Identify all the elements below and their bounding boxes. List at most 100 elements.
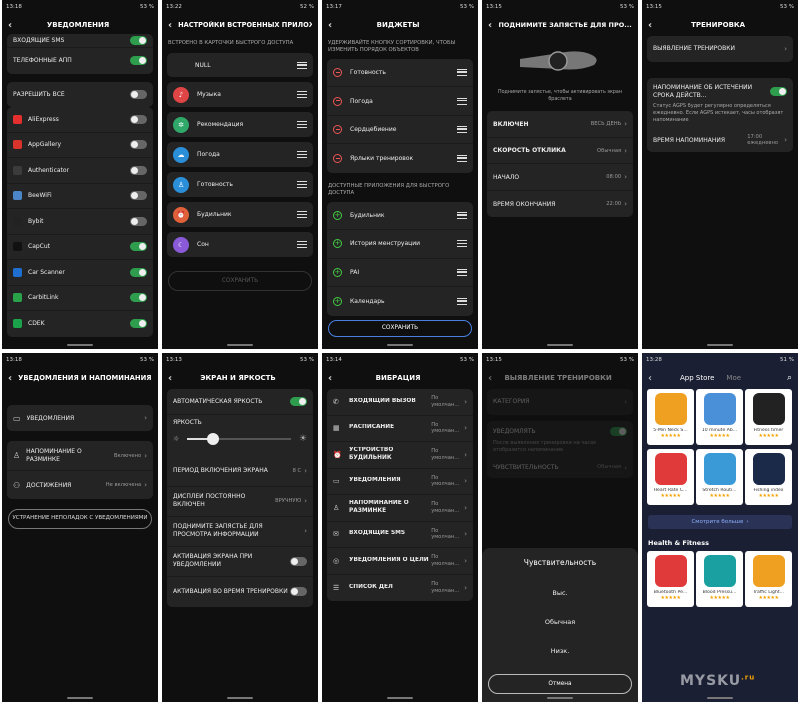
save-button[interactable]: СОХРАНИТЬ [328,319,472,337]
widget-row[interactable]: Сердцебиение [327,116,473,145]
available-row[interactable]: + Будильник [327,202,473,231]
remove-icon[interactable] [333,154,342,164]
toggle[interactable] [290,556,307,566]
reminder-time-row[interactable]: ВРЕМЯ НАПОМИНАНИЯ 17:00 ежедневно › [653,134,787,146]
save-button[interactable]: СОХРАНИТЬ [168,271,312,292]
toggle[interactable] [130,191,147,201]
sensitivity-option[interactable]: Выс. [482,579,638,608]
app-row[interactable]: BeeWiFi [7,184,153,209]
back-icon[interactable]: ‹ [328,373,332,384]
widget-row[interactable]: Погода [327,87,473,116]
toggle[interactable] [130,293,147,303]
available-row[interactable]: + PAI [327,259,473,288]
vibration-row[interactable]: ▭ УВЕДОМЛЕНИЯ По умолчан... › [327,469,473,495]
app-row[interactable]: CarbitLink [7,286,153,311]
builtin-item[interactable]: ☾ Сон [167,232,313,258]
achievements-row[interactable]: ⚇ ДОСТИЖЕНИЯ Не включена › [7,471,153,499]
available-row[interactable]: + Календарь [327,287,473,316]
toggle[interactable] [130,36,147,45]
builtin-item[interactable]: ♪ Музыка [167,82,313,108]
app-card[interactable]: Traffic Light... ★★★★★ [745,551,792,607]
app-card[interactable]: Bluetooth Pe... ★★★★★ [647,551,694,607]
widget-row[interactable]: Готовность [327,59,473,88]
remove-icon[interactable] [333,125,342,135]
vibration-row[interactable]: ⏰ УСТРОЙСТВО БУДИЛЬНИК По умолчан... › [327,442,473,469]
warmup-row[interactable]: ♙ НАПОМИНАНИЕ О РАЗМИНКЕ Включено › [7,441,153,471]
app-card[interactable]: Fitness timer ★★★★★ [745,389,792,445]
phone-apps-row[interactable]: ТЕЛЕФОННЫЕ АПП [7,48,153,74]
app-row[interactable]: CDEK [7,311,153,337]
toggle[interactable] [130,114,147,124]
toggle[interactable] [130,140,147,150]
drag-handle-icon[interactable] [297,61,307,69]
slider-knob[interactable] [207,432,220,445]
cancel-button[interactable]: Отмена [488,674,632,694]
vibration-row[interactable]: ✆ ВХОДЯЩИЙ ВЫЗОВ По умолчан... › [327,389,473,416]
app-card[interactable]: Heart Rate C... ★★★★★ [647,449,694,505]
drag-handle-icon[interactable] [457,240,467,248]
builtin-item[interactable]: ☁ Погода [167,142,313,168]
back-icon[interactable]: ‹ [488,20,492,31]
drag-handle-icon[interactable] [297,121,307,129]
sensitivity-option[interactable]: Низк. [482,637,638,666]
search-icon[interactable]: ⌕ [787,373,792,383]
drag-handle-icon[interactable] [457,155,467,163]
toggle[interactable] [130,89,147,99]
reminder-toggle[interactable] [770,87,787,97]
back-icon[interactable]: ‹ [328,20,332,31]
remove-icon[interactable] [333,96,342,106]
brightness-slider[interactable] [187,432,291,445]
setting-row[interactable]: ВКЛЮЧЕН ВЕСЬ ДЕНЬ › [487,111,633,138]
drag-handle-icon[interactable] [457,126,467,134]
back-icon[interactable]: ‹ [168,20,172,31]
incoming-sms-row[interactable]: ВХОДЯЩИЕ SMS [7,34,153,48]
setting-row[interactable]: ВРЕМЯ ОКОНЧАНИЯ 22:00 › [487,191,633,218]
allow-all-row[interactable]: РАЗРЕШИТЬ ВСЁ [7,82,153,108]
add-icon[interactable]: + [333,267,342,277]
tab-mine[interactable]: Мое [726,374,787,382]
back-icon[interactable]: ‹ [648,373,652,384]
remove-icon[interactable] [333,68,342,78]
app-row[interactable]: Bybit [7,209,153,235]
toggle[interactable] [130,165,147,175]
vibration-row[interactable]: ▦ РАСПИСАНИЕ По умолчан... › [327,416,473,442]
sensitivity-option[interactable]: Обычная [482,608,638,637]
app-row[interactable]: Car Scanner [7,260,153,286]
detect-row[interactable]: ВЫЯВЛЕНИЕ ТРЕНИРОВКИ › [647,36,793,62]
drag-handle-icon[interactable] [297,181,307,189]
toggle[interactable] [130,242,147,252]
vibration-row[interactable]: ♙ НАПОМИНАНИЕ О РАЗМИНКЕ По умолчан... › [327,495,473,522]
vibration-row[interactable]: ✉ ВХОДЯЩИЕ SMS По умолчан... › [327,522,473,548]
null-card[interactable]: NULL [167,53,313,78]
sensitivity-row[interactable]: ЧУВСТВИТЕЛЬНОСТЬ Обычная › [493,464,627,472]
app-card[interactable]: Stretch Routi... ★★★★★ [696,449,743,505]
toggle[interactable] [290,396,307,406]
category-row[interactable]: КАТЕГОРИЯ › [487,389,633,415]
aod-row[interactable]: ДИСПЛЕЙ ПОСТОЯННО ВКЛЮЧЕН ВРУЧНУЮ › [167,487,313,517]
toggle[interactable] [290,587,307,596]
vibration-row[interactable]: ☰ СПИСОК ДЕЛ По умолчан... › [327,575,473,602]
app-row[interactable]: AppGallery [7,133,153,158]
add-icon[interactable]: + [333,239,342,249]
app-row[interactable]: Authenticator [7,158,153,184]
app-card[interactable]: 10 minute Ab... ★★★★★ [696,389,743,445]
drag-handle-icon[interactable] [297,91,307,99]
raise-row[interactable]: ПОДНИМИТЕ ЗАПЯСТЬЕ ДЛЯ ПРОСМОТРА ИНФОРМА… [167,517,313,547]
drag-handle-icon[interactable] [297,241,307,249]
builtin-item[interactable]: ♙ Готовность [167,172,313,198]
toggle[interactable] [130,319,147,329]
drag-handle-icon[interactable] [457,69,467,77]
add-icon[interactable]: + [333,296,342,306]
add-icon[interactable]: + [333,210,342,220]
drag-handle-icon[interactable] [297,211,307,219]
builtin-item[interactable]: ✲ Рекомендация [167,112,313,138]
back-icon[interactable]: ‹ [648,20,652,31]
drag-handle-icon[interactable] [457,97,467,105]
drag-handle-icon[interactable] [457,297,467,305]
app-card[interactable]: Fishing index ★★★★★ [745,449,792,505]
drag-handle-icon[interactable] [297,151,307,159]
period-row[interactable]: ПЕРИОД ВКЛЮЧЕНИЯ ЭКРАНА 8 С › [167,457,313,487]
back-icon[interactable]: ‹ [8,373,12,384]
builtin-item[interactable]: ⏰ Будильник [167,202,313,228]
tab-app-store[interactable]: App Store [680,374,714,382]
